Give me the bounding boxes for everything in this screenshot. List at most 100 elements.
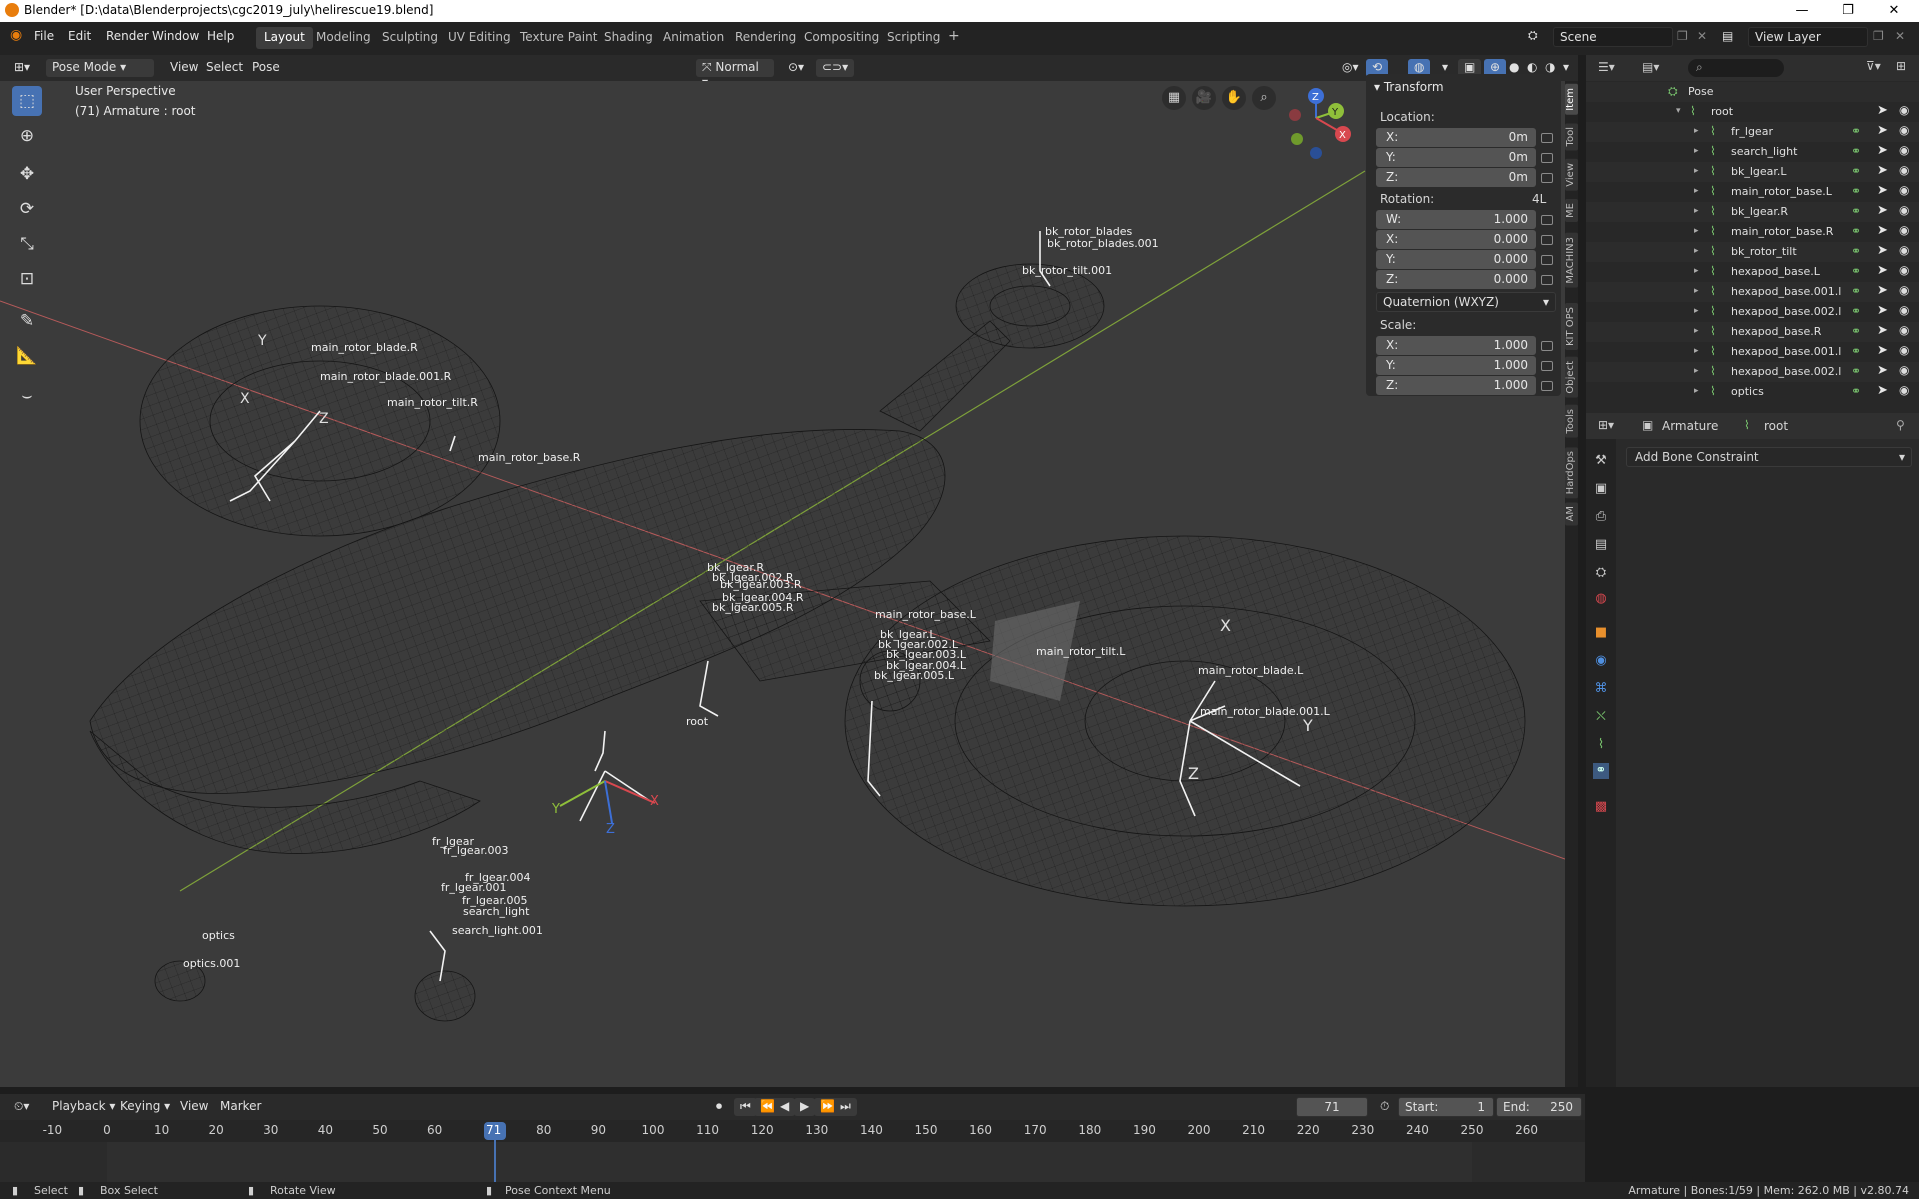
move-tool-icon[interactable]: ✥ [12, 159, 42, 189]
scene-icon[interactable]: ⛭ [1528, 28, 1538, 43]
editor-type-icon[interactable]: ⊞▾ [8, 59, 36, 77]
sidebar-tab-tool[interactable]: Tool [1565, 123, 1578, 151]
viewport-menu-select[interactable]: Select [200, 59, 249, 77]
sidebar-tab-hardops[interactable]: HardOps [1565, 447, 1578, 499]
lock-icon[interactable] [1541, 215, 1553, 225]
add-bone-constraint-button[interactable]: Add Bone Constraint ▾ [1626, 447, 1912, 467]
tab-sculpting[interactable]: Sculpting [374, 27, 446, 49]
select-arrow-icon[interactable]: ➤ [1877, 163, 1888, 178]
object-tab-icon[interactable]: ■ [1593, 625, 1609, 641]
current-frame-field[interactable]: 71 [1296, 1097, 1368, 1117]
constraint-tab-icon[interactable]: ⌘ [1593, 681, 1609, 697]
expand-icon[interactable]: ▸ [1694, 326, 1699, 336]
outliner-row-bone[interactable]: ▸ ⌇ optics ⚭ ➤ ◉ [1586, 382, 1919, 402]
scene-tab-icon[interactable]: ⛭ [1593, 565, 1609, 581]
lock-icon[interactable] [1541, 275, 1553, 285]
outliner-row-pose[interactable]: ⛭ Pose [1586, 82, 1919, 102]
collapse-icon[interactable]: ▾ [1676, 106, 1681, 116]
select-arrow-icon[interactable]: ➤ [1877, 263, 1888, 278]
bone-tool-icon[interactable]: ⌣ [12, 381, 42, 411]
select-arrow-icon[interactable]: ➤ [1877, 323, 1888, 338]
outliner-row-bone[interactable]: ▸ ⌇ hexapod_base.002.l ⚭ ➤ ◉ [1586, 362, 1919, 382]
modifier-tab-icon[interactable]: ◉ [1593, 653, 1609, 669]
start-frame-field[interactable]: Start: 1 [1398, 1097, 1494, 1117]
end-frame-field[interactable]: End: 250 [1496, 1097, 1582, 1117]
play-icon[interactable]: ▶ [794, 1098, 816, 1116]
menu-file[interactable]: File [34, 29, 54, 43]
scene-copy-icon[interactable]: ❐ [1677, 29, 1688, 43]
properties-editor-icon[interactable]: ⊞▾ [1598, 418, 1614, 432]
transform-tool-icon[interactable]: ⊡ [12, 264, 42, 294]
tab-compositing[interactable]: Compositing [796, 27, 887, 49]
outliner-row-bone[interactable]: ▸ ⌇ hexapod_base.R ⚭ ➤ ◉ [1586, 322, 1919, 342]
view-layer-field[interactable]: View Layer [1748, 27, 1868, 47]
expand-icon[interactable]: ▸ [1694, 126, 1699, 136]
bone-constraint-tab-icon[interactable]: ⚭ [1593, 763, 1609, 779]
scale-x-field[interactable]: X: 1.000 [1376, 336, 1536, 355]
tab-rendering[interactable]: Rendering [727, 27, 804, 49]
view-layer-tab-icon[interactable]: ▤ [1593, 537, 1609, 553]
eye-icon[interactable]: ◉ [1899, 143, 1909, 157]
expand-icon[interactable]: ▸ [1694, 146, 1699, 156]
snap-icon[interactable]: ⊂⊃▾ [816, 59, 855, 77]
annotate-tool-icon[interactable]: ✎ [12, 306, 42, 336]
camera-view-icon[interactable]: 🎥 [1192, 86, 1216, 110]
location-x-field[interactable]: X: 0m [1376, 128, 1536, 147]
expand-icon[interactable]: ▸ [1694, 166, 1699, 176]
rotation-z-field[interactable]: Z: 0.000 [1376, 270, 1536, 289]
scale-y-field[interactable]: Y: 1.000 [1376, 356, 1536, 375]
select-arrow-icon[interactable]: ➤ [1877, 303, 1888, 318]
jump-end-icon[interactable]: ⏭ [834, 1098, 857, 1116]
eye-icon[interactable]: ◉ [1899, 103, 1909, 117]
outliner-row-root[interactable]: ▾ ⌇ root ➤ ◉ [1586, 102, 1919, 122]
viewport-menu-view[interactable]: View [164, 59, 204, 77]
outliner-row-bone[interactable]: ▸ ⌇ search_light ⚭ ➤ ◉ [1586, 142, 1919, 162]
outliner-row-bone[interactable]: ▸ ⌇ main_rotor_base.R ⚭ ➤ ◉ [1586, 222, 1919, 242]
pan-view-icon[interactable]: ✋ [1222, 86, 1246, 110]
view-layer-copy-icon[interactable]: ❐ [1873, 29, 1884, 43]
eye-icon[interactable]: ◉ [1899, 223, 1909, 237]
tab-scripting[interactable]: Scripting [879, 27, 948, 49]
select-arrow-icon[interactable]: ➤ [1877, 223, 1888, 238]
lock-icon[interactable] [1541, 255, 1553, 265]
eye-icon[interactable]: ◉ [1899, 263, 1909, 277]
output-tab-icon[interactable]: ⎙ [1593, 509, 1609, 525]
sidebar-tab-tools[interactable]: Tools [1565, 405, 1578, 438]
viewport-menu-pose[interactable]: Pose [246, 59, 286, 77]
select-arrow-icon[interactable]: ➤ [1877, 243, 1888, 258]
timeline-editor-icon[interactable]: ⏲▾ [8, 1098, 35, 1116]
tab-layout[interactable]: Layout [256, 27, 313, 49]
minimize-button[interactable]: — [1779, 0, 1825, 22]
timeline-menu-playback[interactable]: Playback ▾ [46, 1098, 121, 1116]
rotate-tool-icon[interactable]: ⟳ [12, 194, 42, 224]
select-box-tool-icon[interactable]: ⬚ [12, 86, 42, 116]
eye-icon[interactable]: ◉ [1899, 203, 1909, 217]
menu-render[interactable]: Render [106, 29, 149, 43]
tab-texture-paint[interactable]: Texture Paint [512, 27, 605, 49]
measure-tool-icon[interactable]: 📐 [12, 341, 42, 371]
pin-icon[interactable]: ⚲ [1896, 418, 1905, 432]
tab-animation[interactable]: Animation [655, 27, 732, 49]
timeline-menu-view[interactable]: View [174, 1098, 214, 1116]
sidebar-tab-view[interactable]: View [1565, 159, 1578, 191]
timeline-area[interactable]: -10 0 10 20 30 40 50 60 80 90 100 110 120 130 140 150 16… [0, 1120, 1585, 1182]
3d-viewport[interactable]: Y X Z Y X Z X Y Z main_rotor_blade.R mai… [0, 81, 1565, 1087]
tab-modeling[interactable]: Modeling [308, 27, 379, 49]
zoom-view-icon[interactable]: ⌕ [1252, 86, 1276, 110]
eye-icon[interactable]: ◉ [1899, 283, 1909, 297]
eye-icon[interactable]: ◉ [1899, 383, 1909, 397]
bone-tab-icon[interactable]: ⌇ [1593, 737, 1609, 753]
sidebar-tab-me[interactable]: ME [1565, 199, 1578, 222]
sidebar-tab-machin3[interactable]: MACHIN3 [1565, 233, 1578, 288]
lock-icon[interactable] [1541, 381, 1553, 391]
blender-menu-icon[interactable]: ◉ [10, 27, 22, 43]
scale-tool-icon[interactable]: ⤡ [12, 229, 42, 259]
location-y-field[interactable]: Y: 0m [1376, 148, 1536, 167]
expand-icon[interactable]: ▸ [1694, 266, 1699, 276]
expand-icon[interactable]: ▸ [1694, 186, 1699, 196]
menu-window[interactable]: Window [152, 29, 199, 43]
scene-remove-icon[interactable]: ✕ [1697, 29, 1707, 43]
scale-z-field[interactable]: Z: 1.000 [1376, 376, 1536, 395]
select-arrow-icon[interactable]: ➤ [1877, 283, 1888, 298]
maximize-button[interactable]: ❐ [1825, 0, 1871, 22]
